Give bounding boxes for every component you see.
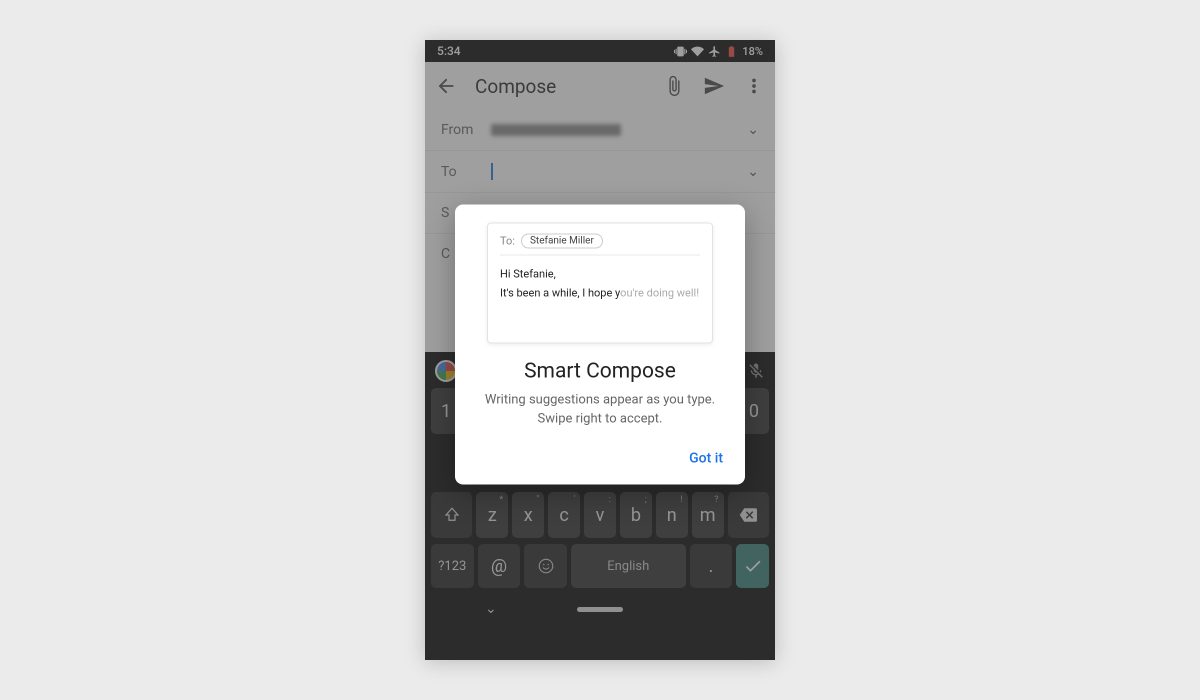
dialog-actions: Got it <box>473 444 727 472</box>
preview-suggestion-text: ou're doing well! <box>620 286 699 299</box>
preview-line1: Hi Stefanie, <box>500 266 700 285</box>
dialog-title: Smart Compose <box>473 360 727 384</box>
got-it-button[interactable]: Got it <box>685 444 727 472</box>
preview-body: Hi Stefanie, It's been a while, I hope y… <box>500 266 700 303</box>
preview-to-label: To: <box>500 235 515 248</box>
preview-recipient-chip: Stefanie Miller <box>521 234 603 249</box>
smart-compose-dialog: To: Stefanie Miller Hi Stefanie, It's be… <box>455 205 745 485</box>
preview-line2: It's been a while, I hope you're doing w… <box>500 284 700 303</box>
preview-to-row: To: Stefanie Miller <box>500 234 700 256</box>
preview-typed-text: It's been a while, I hope y <box>500 286 620 299</box>
dialog-body: Writing suggestions appear as you type. … <box>473 392 727 428</box>
dialog-preview-card: To: Stefanie Miller Hi Stefanie, It's be… <box>487 223 713 344</box>
phone-frame: 5:34 18% Compose From <box>425 40 775 660</box>
